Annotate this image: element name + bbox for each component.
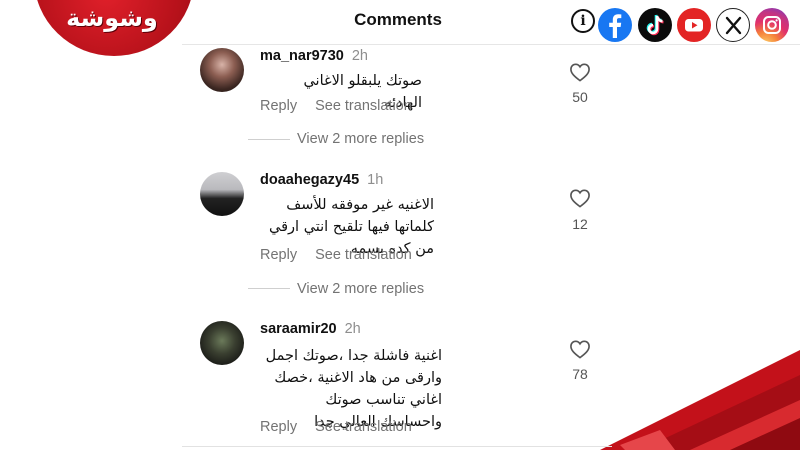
comment-username[interactable]: doaahegazy45 (260, 172, 359, 188)
reply-button[interactable]: Reply (260, 98, 297, 114)
list-divider (182, 446, 612, 447)
see-translation-link[interactable]: See translation (315, 419, 412, 435)
comment-time: 2h (351, 48, 368, 64)
instagram-icon[interactable] (755, 8, 789, 42)
header-divider (182, 44, 800, 45)
like-heart-icon[interactable] (566, 62, 594, 87)
comment-item: doaahegazy45 1h الاغنيه غير موفقه للأسف ك… (200, 172, 600, 272)
comment-time: 1h (367, 172, 384, 188)
view-more-replies-link[interactable]: View 2 more replies (297, 131, 424, 147)
x-icon[interactable] (716, 8, 750, 42)
avatar[interactable] (200, 48, 244, 92)
like-heart-icon[interactable] (566, 188, 594, 213)
comment-username[interactable]: saraamir20 (260, 321, 337, 337)
reply-button[interactable]: Reply (260, 419, 297, 435)
see-translation-link[interactable]: See translation (315, 247, 412, 263)
see-translation-link[interactable]: See translation (315, 98, 412, 114)
comment-username[interactable]: ma_nar9730 (260, 48, 344, 64)
avatar[interactable] (200, 321, 244, 365)
info-icon[interactable]: i (571, 9, 595, 33)
comment-item: saraamir20 2h اغنية فاشلة جدا ،صوتك اجمل … (200, 321, 600, 441)
view-more-replies-link[interactable]: View 2 more replies (297, 281, 424, 297)
decorative-corner (600, 350, 800, 450)
avatar[interactable] (200, 172, 244, 216)
replies-divider (248, 288, 290, 289)
comment-time: 2h (344, 321, 361, 337)
like-count: 12 (572, 216, 588, 232)
like-heart-icon[interactable] (566, 339, 594, 364)
like-count: 50 (572, 89, 588, 105)
reply-button[interactable]: Reply (260, 247, 297, 263)
comment-item: ma_nar9730 2h صوتك يلبقلو الاغاني الهادئه… (200, 48, 600, 118)
facebook-icon[interactable] (598, 8, 632, 42)
like-count: 78 (572, 366, 588, 382)
tiktok-icon[interactable] (638, 8, 672, 42)
youtube-icon[interactable] (677, 8, 711, 42)
replies-divider (248, 139, 290, 140)
